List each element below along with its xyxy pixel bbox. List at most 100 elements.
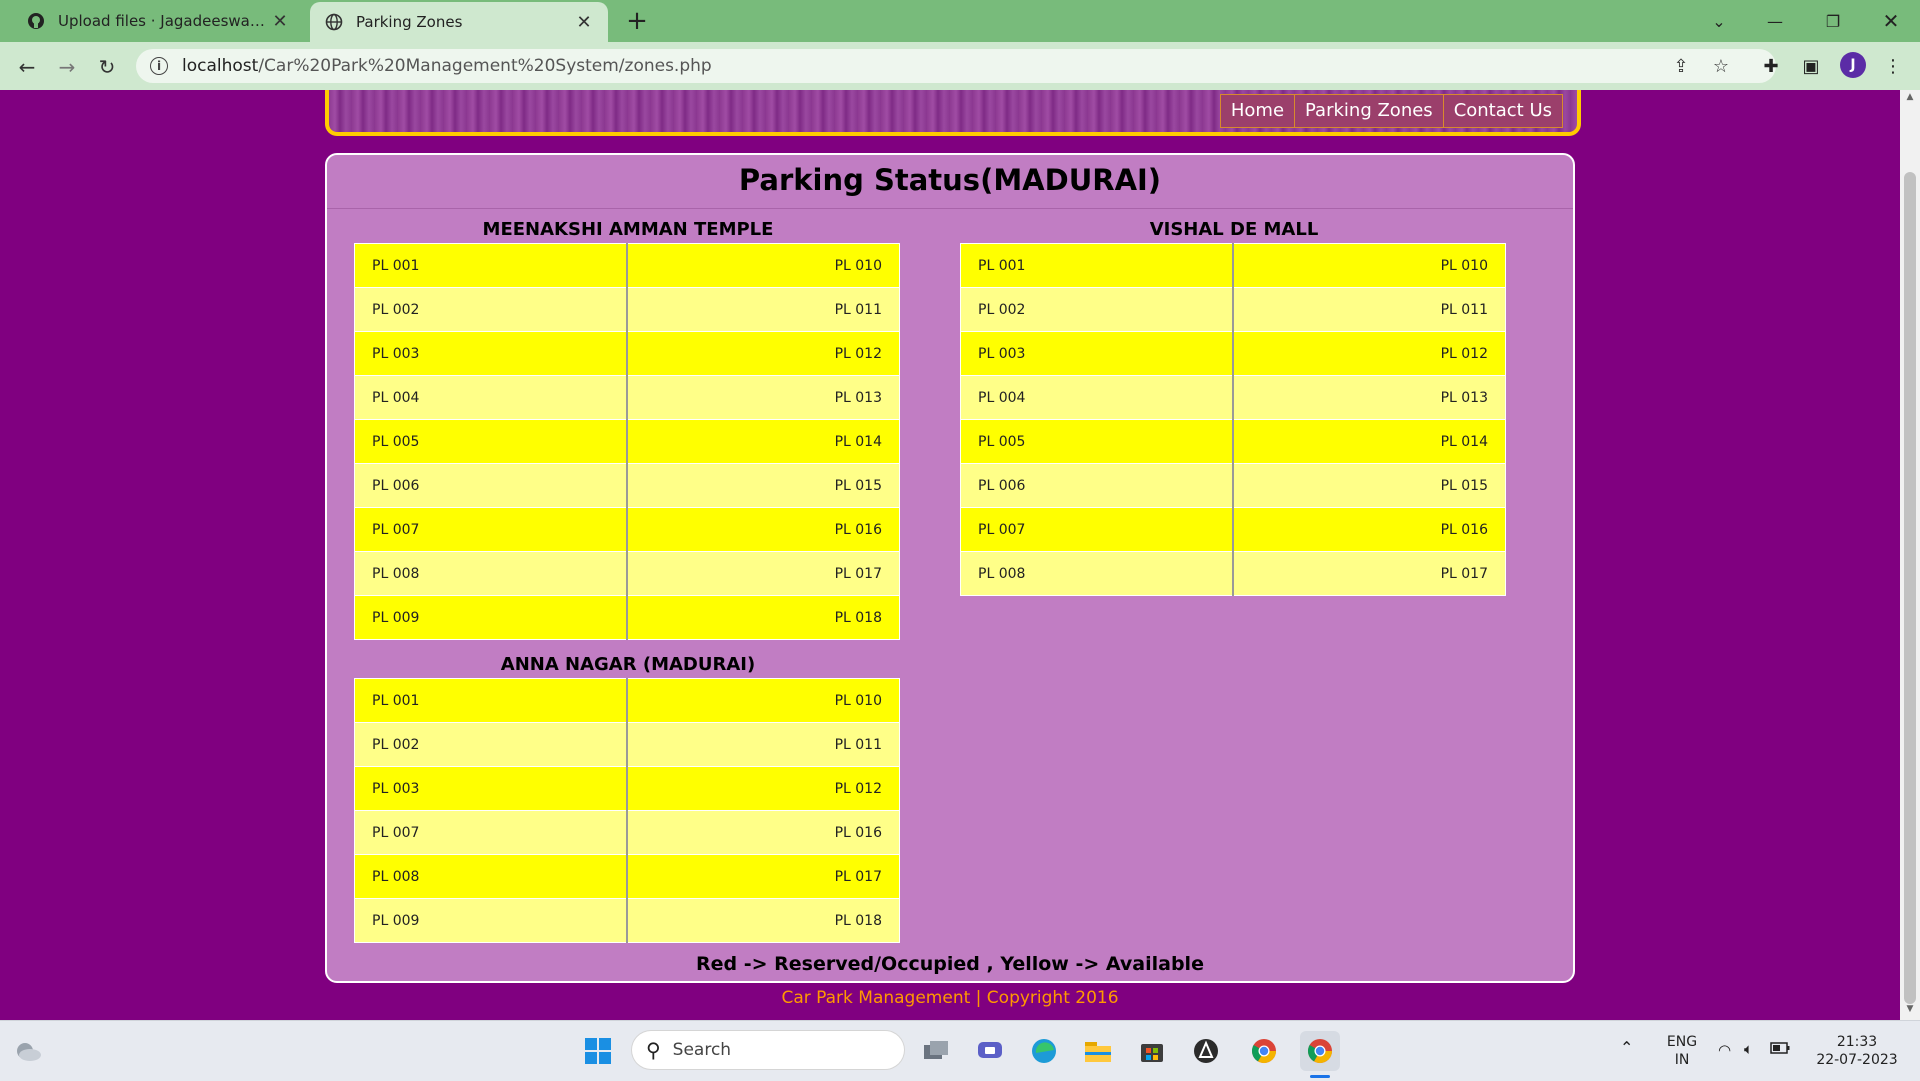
close-tab-icon[interactable]: ✕ [574,12,594,33]
nav-home-link[interactable]: Home [1221,95,1296,127]
parking-slot[interactable]: PL 007 [354,507,628,552]
scroll-down-arrow-icon[interactable]: ▼ [1900,1004,1920,1018]
parking-slot[interactable]: PL 009 [354,898,628,943]
forward-arrow-icon[interactable]: → [50,50,84,84]
scroll-up-arrow-icon[interactable]: ▲ [1900,92,1920,106]
parking-slot[interactable]: PL 004 [354,375,628,420]
table-row: PL 008 PL 017 [354,551,900,596]
close-tab-icon[interactable]: ✕ [270,11,290,32]
teams-chat-icon[interactable] [970,1031,1010,1071]
parking-slot[interactable]: PL 008 [960,551,1234,596]
bookmark-star-icon[interactable]: ☆ [1706,49,1736,83]
parking-slot[interactable]: PL 009 [354,595,628,640]
parking-slot[interactable]: PL 010 [626,678,900,723]
taskbar-search[interactable]: ⚲ Search [632,1031,904,1069]
parking-slot[interactable]: PL 010 [1232,243,1506,288]
parking-slot[interactable]: PL 007 [960,507,1234,552]
parking-slot[interactable]: PL 001 [960,243,1234,288]
clock[interactable]: 21:33 22-07-2023 [1812,1033,1902,1069]
microsoft-store-icon[interactable] [1132,1031,1172,1071]
table-row: PL 006 PL 015 [960,463,1506,508]
menu-kebab-icon[interactable]: ⋮ [1876,49,1910,83]
share-icon[interactable]: ⇪ [1666,49,1696,83]
tab-upload-files[interactable]: Upload files · Jagadeeswaran-N/Car-Park-… [12,0,304,42]
url-text[interactable]: localhost/Car%20Park%20Management%20Syst… [182,56,1776,76]
new-tab-button[interactable]: + [622,6,652,36]
parking-slot[interactable]: PL 014 [1232,419,1506,464]
tray-overflow-chevron-icon[interactable]: ⌃ [1620,1039,1633,1057]
parking-slot[interactable]: PL 018 [626,595,900,640]
extensions-puzzle-icon[interactable]: ✚ [1754,49,1788,83]
parking-slot[interactable]: PL 015 [626,463,900,508]
parking-slot[interactable]: PL 006 [354,463,628,508]
parking-slot[interactable]: PL 016 [626,810,900,855]
parking-slot[interactable]: PL 013 [626,375,900,420]
parking-slot[interactable]: PL 002 [960,287,1234,332]
parking-slot[interactable]: PL 005 [354,419,628,464]
chrome-active-icon[interactable] [1300,1031,1340,1071]
parking-slot[interactable]: PL 011 [626,287,900,332]
parking-slot[interactable]: PL 017 [626,854,900,899]
parking-slot[interactable]: PL 001 [354,678,628,723]
parking-slot[interactable]: PL 012 [626,766,900,811]
parking-slot[interactable]: PL 014 [626,419,900,464]
parking-slot[interactable]: PL 003 [960,331,1234,376]
parking-slot[interactable]: PL 002 [354,287,628,332]
app-shield-icon[interactable] [1186,1031,1226,1071]
parking-slot[interactable]: PL 002 [354,722,628,767]
parking-slot[interactable]: PL 011 [626,722,900,767]
title-divider [327,208,1573,209]
volume-icon[interactable]: 🔈︎ [1744,1040,1753,1058]
parking-slot[interactable]: PL 012 [1232,331,1506,376]
page-scrollbar[interactable]: ▲ ▼ [1900,90,1920,1020]
color-legend: Red -> Reserved/Occupied , Yellow -> Ava… [696,953,1204,975]
table-row: PL 008 PL 017 [960,551,1506,596]
parking-slot[interactable]: PL 008 [354,854,628,899]
battery-icon[interactable] [1770,1041,1790,1059]
minimize-icon[interactable]: — [1748,0,1802,42]
side-panel-icon[interactable]: ▣ [1794,49,1828,83]
zone-anna-nagar: ANNA NAGAR (MADURAI) PL 001 PL 010 PL 002 PL… [354,652,902,943]
parking-slot[interactable]: PL 015 [1232,463,1506,508]
parking-slot[interactable]: PL 012 [626,331,900,376]
tab-parking-zones[interactable]: Parking Zones ✕ [310,2,608,42]
parking-slot[interactable]: PL 005 [960,419,1234,464]
parking-slot[interactable]: PL 017 [626,551,900,596]
parking-slot[interactable]: PL 016 [1232,507,1506,552]
parking-slot[interactable]: PL 018 [626,898,900,943]
parking-slot[interactable]: PL 008 [354,551,628,596]
parking-slot[interactable]: PL 006 [960,463,1234,508]
reload-icon[interactable]: ↻ [90,50,124,84]
parking-slot[interactable]: PL 016 [626,507,900,552]
windows-start-icon[interactable] [578,1031,618,1071]
parking-slot[interactable]: PL 017 [1232,551,1506,596]
chrome-icon[interactable] [1244,1031,1284,1071]
site-info-icon[interactable]: i [150,57,168,75]
parking-slot[interactable]: PL 013 [1232,375,1506,420]
language-indicator[interactable]: ENG IN [1664,1033,1700,1069]
wifi-icon[interactable]: ◠ [1718,1041,1731,1059]
back-arrow-icon[interactable]: ← [10,50,44,84]
taskbar-search-placeholder: Search [672,1040,732,1060]
file-explorer-icon[interactable] [1078,1031,1118,1071]
parking-slot[interactable]: PL 010 [626,243,900,288]
parking-slot[interactable]: PL 004 [960,375,1234,420]
parking-slot[interactable]: PL 003 [354,331,628,376]
table-row: PL 003 PL 012 [960,331,1506,376]
edge-browser-icon[interactable] [1024,1031,1064,1071]
tab-search-chevron-icon[interactable]: ⌄ [1692,0,1746,42]
profile-avatar[interactable]: J [1840,52,1866,78]
restore-icon[interactable]: ❐ [1806,0,1860,42]
table-row: PL 006 PL 015 [354,463,900,508]
parking-slot[interactable]: PL 011 [1232,287,1506,332]
parking-slot[interactable]: PL 007 [354,810,628,855]
parking-slot[interactable]: PL 003 [354,766,628,811]
parking-slot[interactable]: PL 001 [354,243,628,288]
url-bar[interactable]: i localhost/Car%20Park%20Management%20Sy… [136,49,1776,83]
nav-parking-zones-link[interactable]: Parking Zones [1295,95,1444,127]
close-window-icon[interactable]: ✕ [1864,0,1918,42]
weather-widget-icon[interactable] [8,1031,48,1071]
task-view-icon[interactable] [916,1031,956,1071]
nav-contact-us-link[interactable]: Contact Us [1444,95,1562,127]
scrollbar-thumb[interactable] [1904,172,1916,1004]
